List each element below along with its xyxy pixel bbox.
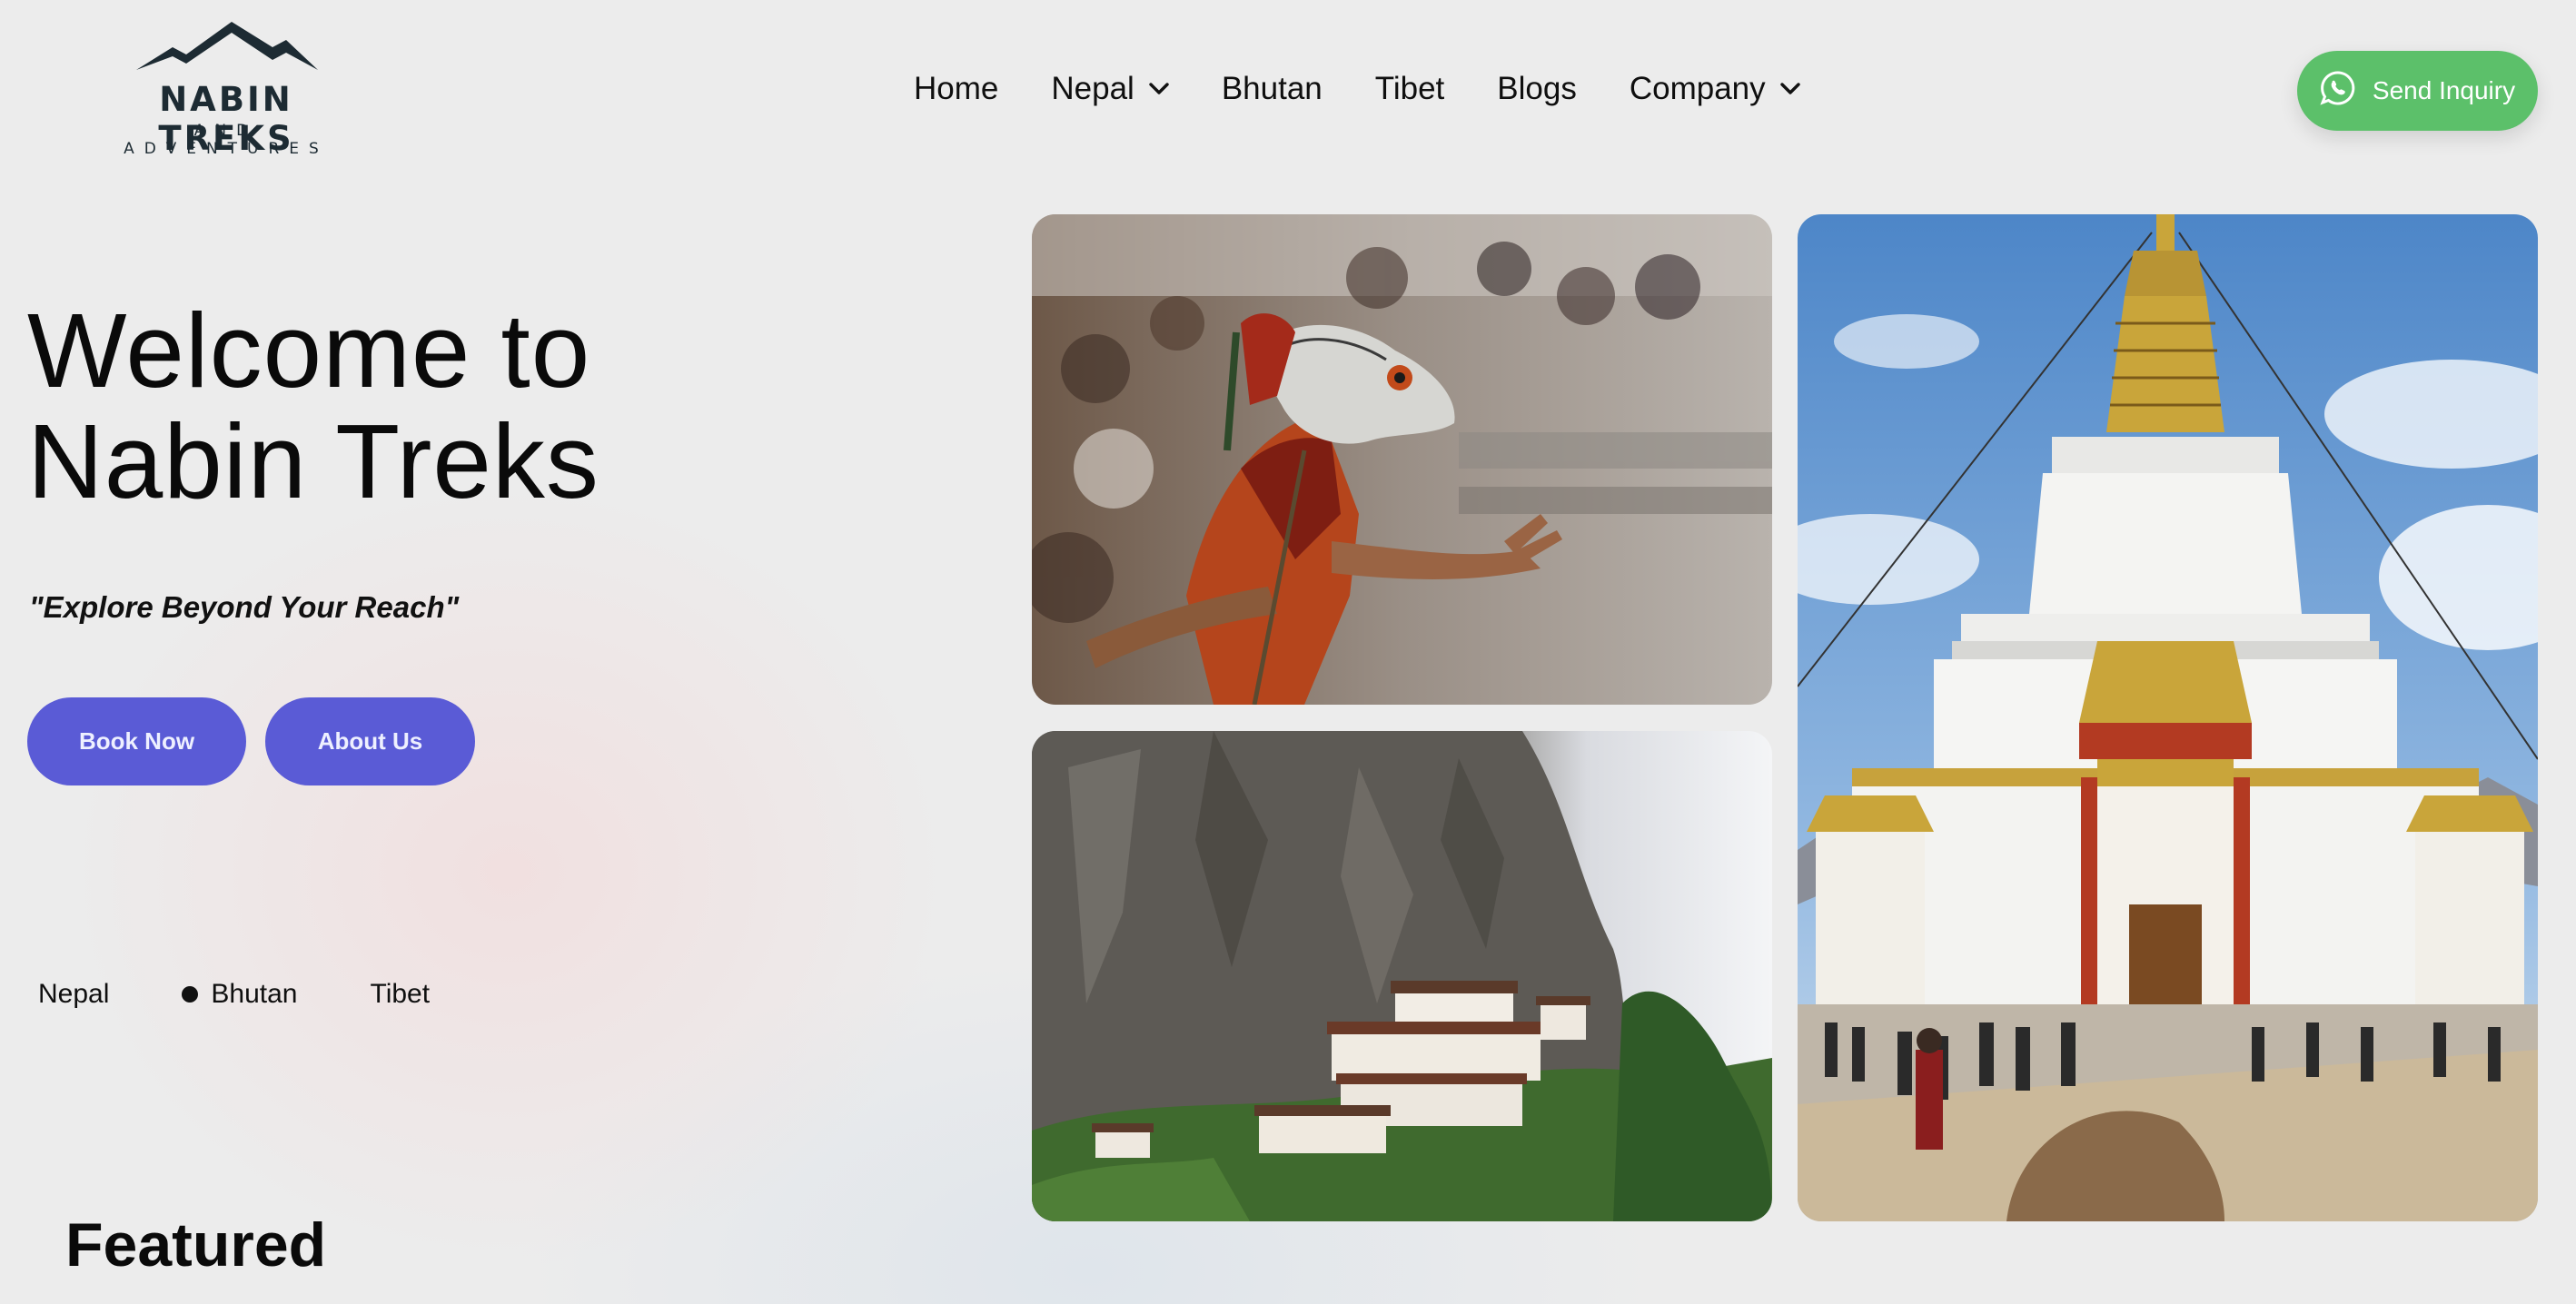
white-stupa-photo (1798, 214, 2538, 1221)
nav-item-label: Tibet (1374, 71, 1445, 106)
nav-item-label: Bhutan (1221, 71, 1323, 106)
brand-subtitle: AND ADVENTURES (124, 122, 329, 158)
mountain-icon (136, 22, 318, 70)
brand-logo[interactable]: NABIN TREKS AND ADVENTURES (94, 20, 367, 158)
chevron-down-icon (1779, 83, 1800, 95)
destination-tab-tibet[interactable]: Tibet (370, 979, 430, 1010)
active-dot-icon (182, 986, 199, 1003)
hero-title: Welcome to Nabin Treks (27, 295, 599, 517)
nav-item-bhutan[interactable]: Bhutan (1222, 71, 1323, 107)
nav-item-label: Company (1629, 71, 1766, 106)
about-us-button[interactable]: About Us (265, 697, 475, 785)
nav-item-nepal[interactable]: Nepal (1051, 71, 1169, 107)
nav-item-blogs[interactable]: Blogs (1497, 71, 1577, 107)
featured-heading: Featured (65, 1210, 327, 1279)
destination-tab-label: Bhutan (211, 979, 298, 1009)
cliffside-monastery-photo (1032, 731, 1772, 1221)
masked-dancer-photo (1032, 214, 1772, 705)
nav-item-label: Blogs (1497, 71, 1577, 106)
destination-tab-label: Nepal (38, 979, 110, 1009)
send-inquiry-label: Send Inquiry (2372, 76, 2516, 104)
chevron-down-icon (1149, 83, 1169, 95)
whatsapp-icon (2320, 70, 2356, 113)
nav-item-label: Nepal (1051, 71, 1134, 106)
main-nav: Home Nepal Bhutan Tibet Blogs Company (914, 62, 1800, 116)
send-inquiry-button[interactable]: Send Inquiry (2297, 51, 2538, 131)
nav-item-home[interactable]: Home (914, 71, 998, 107)
destination-tabs: Nepal Bhutan Tibet (38, 979, 430, 1010)
destination-tab-label: Tibet (370, 979, 431, 1009)
nav-item-company[interactable]: Company (1630, 71, 1800, 107)
destination-tab-nepal[interactable]: Nepal (38, 979, 109, 1010)
nav-item-tibet[interactable]: Tibet (1375, 71, 1445, 107)
nav-item-label: Home (914, 71, 999, 106)
hero-tagline: "Explore Beyond Your Reach" (29, 590, 460, 624)
destination-tab-bhutan[interactable]: Bhutan (182, 979, 297, 1010)
hero-title-line-1: Welcome to (27, 291, 591, 410)
hero-title-line-2: Nabin Treks (27, 402, 599, 520)
book-now-button[interactable]: Book Now (27, 697, 246, 785)
